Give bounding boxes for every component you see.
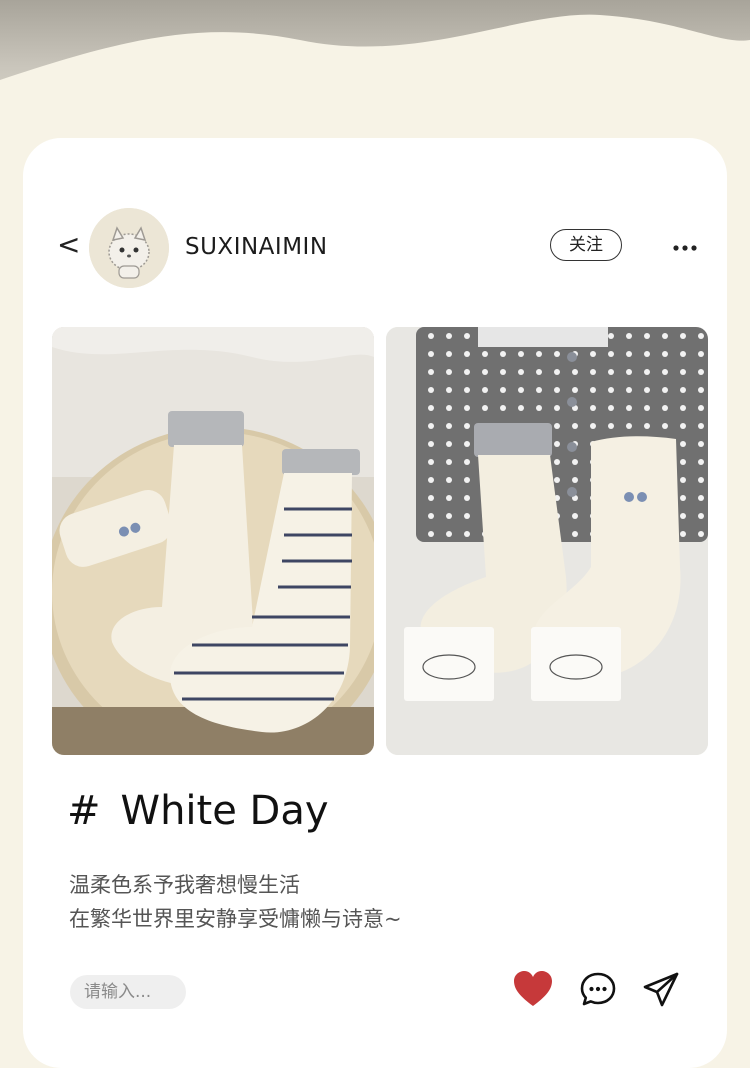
post-description: 温柔色系予我奢想慢生活 在繁华世界里安静享受慵懒与诗意~ — [69, 868, 402, 936]
post-header: < SUXINAIMIN 关注 — [23, 138, 727, 298]
comment-input[interactable] — [70, 975, 186, 1009]
post-photo-1[interactable] — [52, 327, 374, 755]
post-card: < SUXINAIMIN 关注 # White Day 温柔色系予我奢想慢生活 … — [23, 138, 727, 1068]
heart-icon[interactable] — [513, 970, 553, 1010]
avatar[interactable] — [89, 208, 169, 288]
top-wave-shape — [0, 14, 750, 140]
post-title-text: White Day — [120, 788, 329, 834]
paper-plane-icon[interactable] — [641, 970, 681, 1010]
username[interactable]: SUXINAIMIN — [185, 234, 328, 260]
post-title: # White Day — [67, 788, 329, 834]
hashtag-symbol: # — [67, 788, 101, 834]
follow-button[interactable]: 关注 — [550, 229, 622, 261]
chevron-left-icon[interactable]: < — [57, 231, 80, 259]
chat-bubble-icon[interactable] — [578, 970, 618, 1010]
post-photo-2[interactable] — [386, 327, 708, 755]
description-line: 在繁华世界里安静享受慵懒与诗意~ — [69, 907, 402, 931]
cat-avatar-icon — [89, 208, 169, 288]
description-line: 温柔色系予我奢想慢生活 — [69, 873, 300, 897]
more-dots-icon[interactable] — [673, 238, 697, 258]
